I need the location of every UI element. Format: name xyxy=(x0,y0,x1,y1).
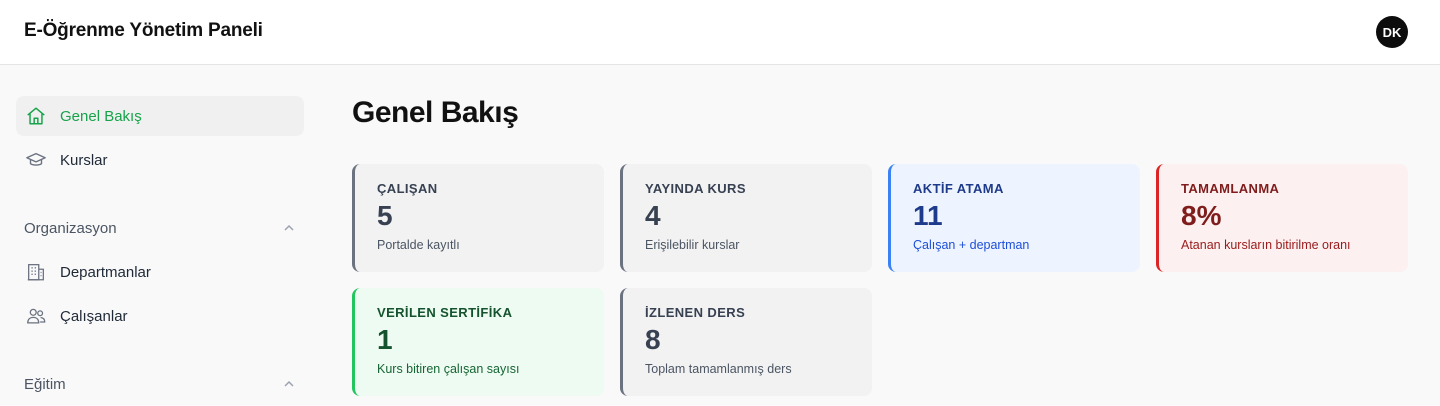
card-subtitle: Kurs bitiren çalışan sayısı xyxy=(377,362,520,376)
group-egitim[interactable]: Eğitim xyxy=(16,372,304,396)
sidebar-item-genel-bakis[interactable]: Genel Bakış xyxy=(16,96,304,136)
card-label: AKTİF ATAMA xyxy=(913,181,1004,196)
stat-card-yayinda-kurs: YAYINDA KURS 4 Erişilebilir kurslar xyxy=(620,164,872,272)
card-value: 11 xyxy=(913,200,943,231)
card-subtitle: Erişilebilir kurslar xyxy=(645,238,740,252)
sidebar-item-kurslar[interactable]: Kurslar xyxy=(16,140,304,180)
card-value: 5 xyxy=(377,200,393,231)
stat-card-aktif-atama: AKTİF ATAMA 11 Çalışan + departman xyxy=(888,164,1140,272)
stat-card-calisan: ÇALIŞAN 5 Portalde kayıtlı xyxy=(352,164,604,272)
app-title: E-Öğrenme Yönetim Paneli xyxy=(24,20,263,41)
sidebar-item-label: Departmanlar xyxy=(60,263,151,281)
stat-card-tamamlanma: TAMAMLANMA 8% Atanan kursların bitirilme… xyxy=(1156,164,1408,272)
user-avatar[interactable]: DK xyxy=(1376,16,1408,48)
building-icon xyxy=(24,260,48,284)
card-label: YAYINDA KURS xyxy=(645,181,746,196)
stat-card-verilen-sertifika: VERİLEN SERTİFİKA 1 Kurs bitiren çalışan… xyxy=(352,288,604,396)
card-value: 8% xyxy=(1181,200,1222,231)
chevron-up-icon xyxy=(282,377,296,391)
card-value: 8 xyxy=(645,324,661,355)
sidebar-item-departmanlar[interactable]: Departmanlar xyxy=(16,252,304,292)
card-label: TAMAMLANMA xyxy=(1181,181,1280,196)
chevron-up-icon xyxy=(282,221,296,235)
card-label: İZLENEN DERS xyxy=(645,305,746,320)
page-title: Genel Bakış xyxy=(352,96,519,129)
graduation-cap-icon xyxy=(24,148,48,172)
card-subtitle: Toplam tamamlanmış ders xyxy=(645,362,792,376)
card-subtitle: Çalışan + departman xyxy=(913,238,1030,252)
sidebar-item-label: Çalışanlar xyxy=(60,307,128,325)
card-label: ÇALIŞAN xyxy=(377,181,438,196)
sidebar: Genel Bakış Kurslar Organizasyon Departm… xyxy=(0,65,320,406)
home-icon xyxy=(24,104,48,128)
group-organizasyon[interactable]: Organizasyon xyxy=(16,216,304,240)
top-bar: E-Öğrenme Yönetim Paneli DK xyxy=(0,0,1440,65)
group-title: Organizasyon xyxy=(24,219,117,237)
stat-card-izlenen-ders: İZLENEN DERS 8 Toplam tamamlanmış ders xyxy=(620,288,872,396)
sidebar-item-calisanlar[interactable]: Çalışanlar xyxy=(16,296,304,336)
users-icon xyxy=(24,304,48,328)
card-label: VERİLEN SERTİFİKA xyxy=(377,305,513,320)
group-title: Eğitim xyxy=(24,375,66,393)
sidebar-item-label: Kurslar xyxy=(60,151,108,169)
card-value: 4 xyxy=(645,200,661,231)
card-subtitle: Portalde kayıtlı xyxy=(377,238,460,252)
card-value: 1 xyxy=(377,324,393,355)
sidebar-item-label: Genel Bakış xyxy=(60,107,142,125)
card-subtitle: Atanan kursların bitirilme oranı xyxy=(1181,238,1351,252)
